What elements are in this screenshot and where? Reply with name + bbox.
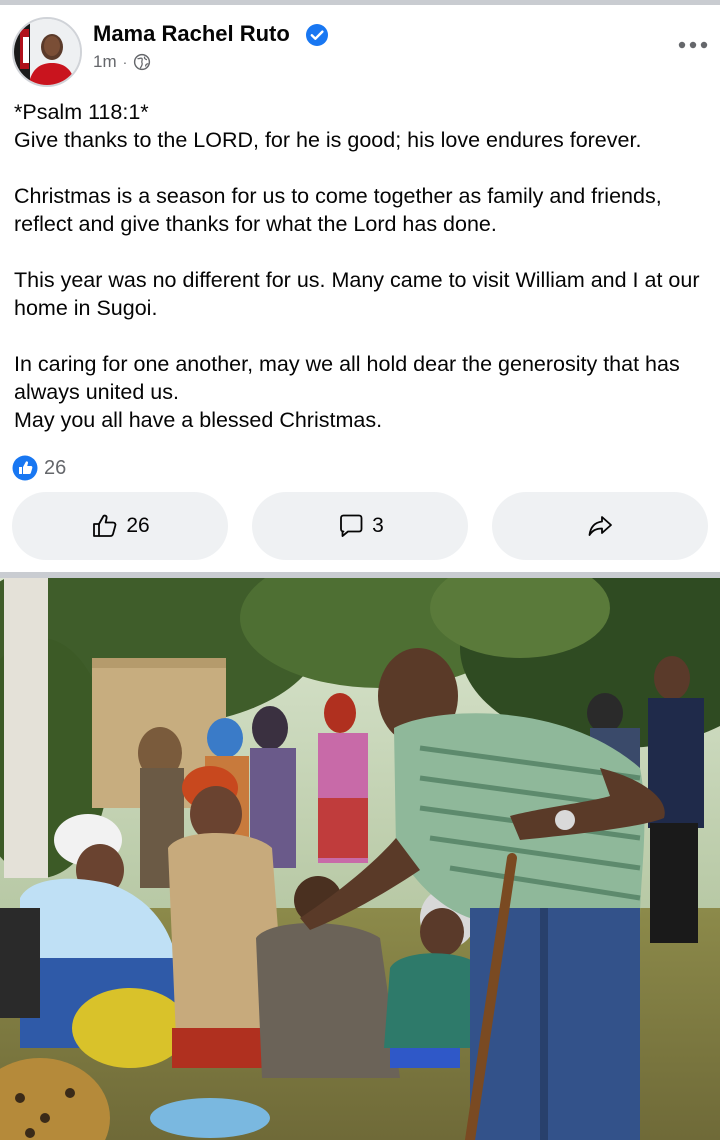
comment-icon (340, 514, 363, 537)
avatar[interactable] (12, 17, 82, 87)
reaction-count: 26 (44, 456, 67, 479)
comment-button[interactable]: 3 (252, 492, 468, 560)
post-meta: 1m · (93, 52, 151, 72)
post-body-text: *Psalm 118:1* Give thanks to the LORD, f… (14, 100, 700, 432)
post-action-bar: 26 3 (12, 492, 708, 560)
like-count: 26 (126, 514, 150, 537)
post-photo[interactable] (0, 578, 720, 1140)
thumbs-up-icon (93, 514, 117, 537)
like-reaction-icon (12, 455, 38, 481)
author-name[interactable]: Mama Rachel Ruto (93, 21, 290, 47)
like-button[interactable]: 26 (12, 492, 228, 560)
post-timestamp[interactable]: 1m (93, 52, 117, 72)
meta-separator: · (122, 54, 128, 70)
more-options-icon[interactable] (675, 35, 711, 55)
reaction-summary[interactable]: 26 (12, 455, 66, 481)
post-header: Mama Rachel Ruto 1m · (0, 5, 720, 89)
share-button[interactable] (492, 492, 708, 560)
share-icon (588, 516, 612, 536)
crowd-photo (0, 578, 720, 1140)
comment-count: 3 (372, 514, 384, 537)
verified-badge-icon (306, 24, 328, 46)
globe-icon[interactable] (133, 53, 151, 71)
